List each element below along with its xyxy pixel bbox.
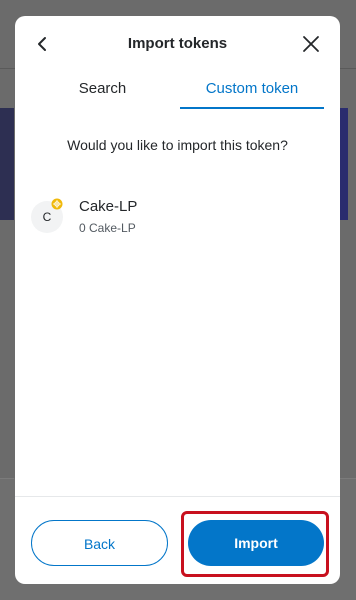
- token-name: Cake-LP: [79, 198, 138, 215]
- modal-title: Import tokens: [127, 35, 228, 52]
- import-prompt: Would you like to import this token?: [67, 137, 288, 153]
- footer-divider: [15, 496, 340, 497]
- background-banner-left: [0, 108, 14, 220]
- modal-header: Import tokens: [15, 16, 340, 72]
- import-button-highlight: [181, 511, 329, 577]
- network-badge-icon: [51, 197, 63, 210]
- tab-custom-token[interactable]: Custom token: [180, 74, 324, 108]
- background-bottom-edge: [0, 478, 14, 479]
- background-bottom-edge: [340, 478, 356, 479]
- import-tokens-modal: Import tokens Search Custom token Would …: [15, 16, 340, 584]
- tab-search[interactable]: Search: [25, 74, 180, 108]
- active-tab-indicator: [180, 107, 324, 109]
- tab-bar: Search Custom token: [25, 74, 330, 110]
- background-banner-right: [340, 108, 348, 220]
- token-balance: 0 Cake-LP: [79, 221, 136, 235]
- back-button[interactable]: Back: [31, 520, 168, 566]
- token-list-item: C Cake-LP 0 Cake-LP: [31, 197, 324, 247]
- close-icon[interactable]: [302, 35, 320, 53]
